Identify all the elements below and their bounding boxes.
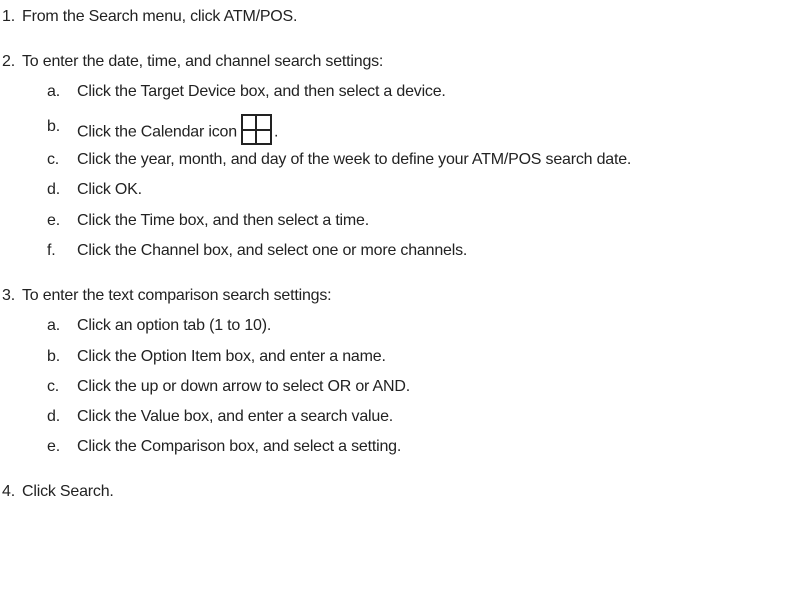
step-text: To enter the date, time, and channel sea… [22, 53, 384, 70]
step-text: From the Search menu, click ATM/POS. [22, 8, 298, 25]
substep-mark: c. [47, 378, 60, 395]
step-number: 4. [2, 483, 15, 500]
step-number: 1. [2, 8, 15, 25]
substep-mark: d. [47, 181, 60, 198]
substep-text: Click the Time box, and then select a ti… [77, 212, 369, 229]
substep-mark: b. [47, 348, 60, 365]
substep-text: Click the Channel box, and select one or… [77, 242, 468, 259]
substep-text: Click the Option Item box, and enter a n… [77, 348, 386, 365]
substep-text: Click OK. [77, 181, 142, 198]
substep-mark: e. [47, 438, 60, 455]
step-text: Click Search. [22, 483, 114, 500]
substep-text-suffix: . [273, 123, 279, 141]
substep-mark: d. [47, 408, 60, 425]
substep-text: Click the year, month, and day of the we… [77, 151, 632, 168]
substep-mark: a. [47, 83, 60, 100]
substep-text: Click the Value box, and enter a search … [77, 408, 394, 425]
substep-text: Click the Calendar icon [77, 123, 237, 141]
step-text: To enter the text comparison search sett… [22, 287, 332, 304]
substep-text: Click the Comparison box, and select a s… [77, 438, 402, 455]
substep-mark: c. [47, 151, 60, 168]
substep-text: Click an option tab (1 to 10). [77, 317, 272, 334]
step-number: 3. [2, 287, 15, 304]
procedure-document: 1. From the Search menu, click ATM/POS. … [0, 0, 786, 599]
substep-text-with-icon: Click the Calendar icon. [77, 114, 279, 148]
substep-mark: a. [47, 317, 60, 334]
calendar-grid-icon [240, 114, 272, 145]
substep-text: Click the Target Device box, and then se… [77, 83, 446, 100]
substep-mark: e. [47, 212, 60, 229]
substep-mark: f. [47, 242, 56, 259]
substep-text: Click the up or down arrow to select OR … [77, 378, 410, 395]
substep-mark: b. [47, 118, 60, 135]
step-number: 2. [2, 53, 15, 70]
